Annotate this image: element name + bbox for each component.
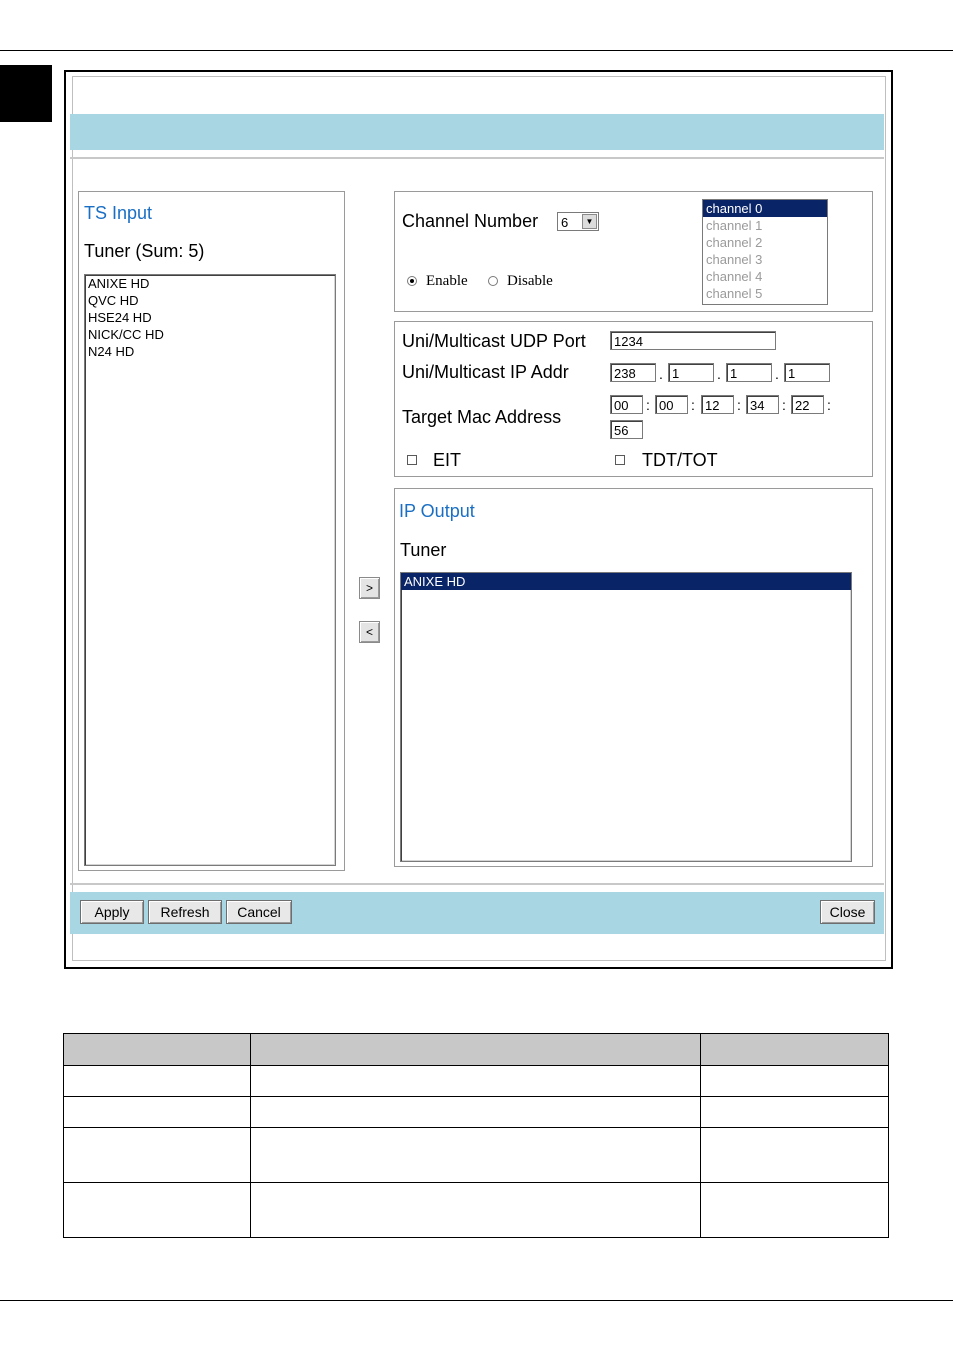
- mac-octet-5-input[interactable]: 22: [791, 395, 824, 414]
- apply-button[interactable]: Apply: [80, 900, 144, 924]
- table-row: [63, 1127, 889, 1183]
- udp-port-label: Uni/Multicast UDP Port: [402, 331, 586, 351]
- table-row: [63, 1096, 889, 1128]
- bottom-rule: [0, 1300, 953, 1301]
- eit-label: EIT: [433, 450, 462, 470]
- ip-dot: .: [717, 366, 721, 382]
- table-cell: [700, 1096, 889, 1128]
- enable-label: Enable: [426, 273, 468, 289]
- channel-number-value: 6: [561, 215, 569, 230]
- list-item[interactable]: HSE24 HD: [85, 309, 335, 326]
- parameter-table: [63, 1033, 889, 1238]
- ip-output-tuner-label: Tuner: [400, 540, 447, 560]
- table-cell: [63, 1096, 251, 1128]
- close-button[interactable]: Close: [820, 900, 875, 924]
- table-cell: [249, 1065, 702, 1097]
- mac-colon: :: [782, 397, 786, 413]
- ip-output-list[interactable]: ANIXE HD: [400, 572, 852, 862]
- table-cell: [700, 1065, 889, 1097]
- mac-octet-1-input[interactable]: 00: [610, 395, 643, 414]
- mac-colon: :: [691, 397, 695, 413]
- disable-radio[interactable]: [488, 276, 498, 286]
- ip-output-title: IP Output: [399, 501, 475, 521]
- chevron-down-icon[interactable]: ▼: [582, 214, 597, 229]
- list-item[interactable]: channel 1: [703, 217, 827, 234]
- table-header-row: [63, 1033, 889, 1066]
- table-cell: [63, 1182, 251, 1238]
- table-cell: [700, 1127, 889, 1183]
- ts-input-title: TS Input: [84, 203, 153, 223]
- add-to-output-button[interactable]: >: [359, 577, 380, 599]
- ip-dot: .: [775, 366, 779, 382]
- disable-label: Disable: [507, 273, 553, 289]
- table-cell: [63, 1065, 251, 1097]
- tdt-tot-checkbox[interactable]: [615, 455, 625, 465]
- list-item[interactable]: channel 5: [703, 285, 827, 302]
- ip-octet-1-input[interactable]: 238: [610, 363, 656, 382]
- eit-checkbox[interactable]: [407, 455, 417, 465]
- list-item[interactable]: QVC HD: [85, 292, 335, 309]
- table-cell: [249, 1182, 702, 1238]
- ip-dot: .: [659, 366, 663, 382]
- ip-octet-2-input[interactable]: 1: [668, 363, 714, 382]
- enable-radio[interactable]: [407, 276, 417, 286]
- ip-addr-label: Uni/Multicast IP Addr: [402, 362, 569, 382]
- table-cell: [63, 1127, 251, 1183]
- footer-separator: [70, 883, 884, 885]
- table-row: [63, 1182, 889, 1238]
- mac-octet-6-input[interactable]: 56: [610, 420, 643, 439]
- channel-list[interactable]: channel 0 channel 1 channel 2 channel 3 chan…: [702, 199, 828, 305]
- table-header-cell: [249, 1033, 702, 1066]
- channel-number-select[interactable]: 6 ▼: [557, 212, 599, 231]
- ip-octet-3-input[interactable]: 1: [726, 363, 772, 382]
- chapter-tab: [0, 65, 52, 122]
- mac-octet-3-input[interactable]: 12: [701, 395, 734, 414]
- table-header-cell: [700, 1033, 889, 1066]
- ip-octet-4-input[interactable]: 1: [784, 363, 830, 382]
- table-header-cell: [63, 1033, 251, 1066]
- cancel-button[interactable]: Cancel: [226, 900, 292, 924]
- remove-from-output-button[interactable]: <: [359, 621, 380, 643]
- mac-colon: :: [646, 397, 650, 413]
- list-item[interactable]: channel 4: [703, 268, 827, 285]
- mac-address-label: Target Mac Address: [402, 407, 562, 427]
- list-item[interactable]: channel 2: [703, 234, 827, 251]
- ts-input-tuner-label: Tuner (Sum: 5): [84, 241, 205, 261]
- header-band: [70, 114, 884, 150]
- channel-number-label: Channel Number: [402, 211, 539, 231]
- header-separator: [70, 157, 884, 159]
- table-cell: [700, 1182, 889, 1238]
- tdt-tot-label: TDT/TOT: [642, 450, 718, 470]
- udp-port-input[interactable]: 1234: [610, 331, 776, 350]
- refresh-button[interactable]: Refresh: [148, 900, 222, 924]
- table-cell: [249, 1127, 702, 1183]
- ts-input-list[interactable]: ANIXE HD QVC HD HSE24 HD NICK/CC HD N24 HD: [84, 274, 336, 866]
- list-item[interactable]: NICK/CC HD: [85, 326, 335, 343]
- list-item[interactable]: channel 3: [703, 251, 827, 268]
- list-item[interactable]: N24 HD: [85, 343, 335, 360]
- table-cell: [249, 1096, 702, 1128]
- mac-colon: :: [737, 397, 741, 413]
- list-item[interactable]: ANIXE HD: [85, 275, 335, 292]
- mac-colon: :: [827, 397, 831, 413]
- table-row: [63, 1065, 889, 1097]
- mac-octet-4-input[interactable]: 34: [746, 395, 779, 414]
- mac-octet-2-input[interactable]: 00: [655, 395, 688, 414]
- list-item[interactable]: channel 0: [703, 200, 827, 217]
- list-item[interactable]: ANIXE HD: [401, 573, 851, 590]
- top-rule: [0, 50, 953, 51]
